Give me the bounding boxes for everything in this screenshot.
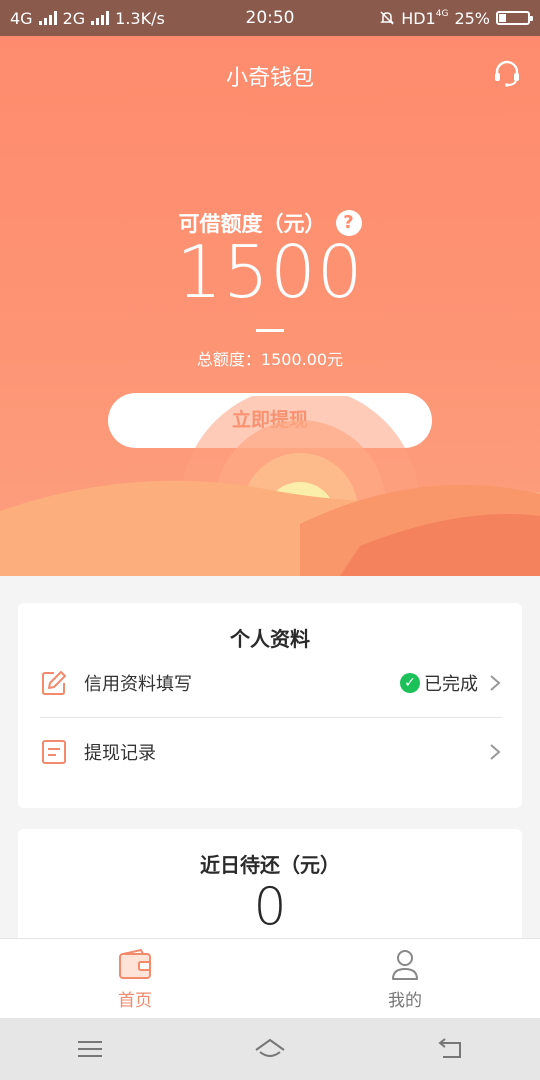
home-icon[interactable] (253, 1035, 287, 1063)
status-bar-right: HD1 4G 25% (379, 8, 533, 28)
chevron-right-icon (490, 744, 501, 760)
withdraw-record-label: 提现记录 (84, 743, 156, 764)
sunrise-illustration (0, 396, 540, 576)
available-credit-amount: 1500 (176, 230, 364, 314)
tab-mine[interactable]: 我的 (270, 939, 540, 1019)
system-nav-bar (0, 1018, 540, 1080)
battery-icon (496, 11, 533, 25)
network-speed: 1.3K/s (115, 8, 165, 28)
row-divider (40, 717, 502, 718)
menu-icon[interactable] (73, 1035, 107, 1063)
credit-info-label: 信用资料填写 (84, 674, 192, 695)
chevron-right-icon (490, 675, 501, 691)
profile-card: 个人资料 信用资料填写 ✓ 已完成 提现记录 (18, 603, 522, 808)
repayment-amount: 0 (253, 877, 287, 937)
total-credit: 总额度：1500.00元 (196, 350, 344, 369)
status-badge: ✓ 已完成 (400, 670, 478, 696)
tab-home[interactable]: 首页 (0, 939, 270, 1019)
sim2-network: 2G (62, 8, 86, 28)
tab-mine-label: 我的 (388, 990, 422, 1011)
tab-home-label: 首页 (118, 990, 152, 1011)
check-icon: ✓ (400, 673, 420, 693)
bottom-tab-bar: 首页 我的 (0, 938, 540, 1019)
battery-level (499, 14, 506, 22)
mute-icon (380, 11, 395, 25)
credit-info-row[interactable]: 信用资料填写 ✓ 已完成 (40, 661, 502, 705)
repayment-card-title: 近日待还（元） (200, 853, 340, 877)
network-badge: 4G (435, 9, 449, 19)
list-icon (42, 740, 66, 764)
headset-icon[interactable] (492, 58, 522, 88)
wallet-icon (119, 948, 151, 979)
status-text: 已完成 (424, 674, 478, 695)
status-bar: 4G 2G 1.3K/s 20:50 HD1 4G 25% (0, 0, 540, 36)
profile-card-title: 个人资料 (230, 627, 310, 651)
status-bar-left: 4G 2G 1.3K/s (10, 9, 379, 28)
edit-icon (42, 671, 66, 695)
battery-percent: 25% (454, 8, 490, 28)
page-title: 小奇钱包 (225, 66, 314, 91)
back-icon[interactable] (433, 1035, 467, 1063)
hd-indicator: HD1 (401, 8, 436, 28)
signal-icon-2 (91, 11, 110, 25)
user-icon (392, 949, 418, 980)
credit-hero: 小奇钱包 可借额度（元）? 1500 总额度：1500.00元 立即提现 (0, 36, 540, 576)
sim1-network: 4G (10, 8, 33, 28)
signal-icon (38, 11, 57, 25)
divider-dash (256, 329, 284, 332)
withdraw-record-row[interactable]: 提现记录 (40, 730, 502, 774)
